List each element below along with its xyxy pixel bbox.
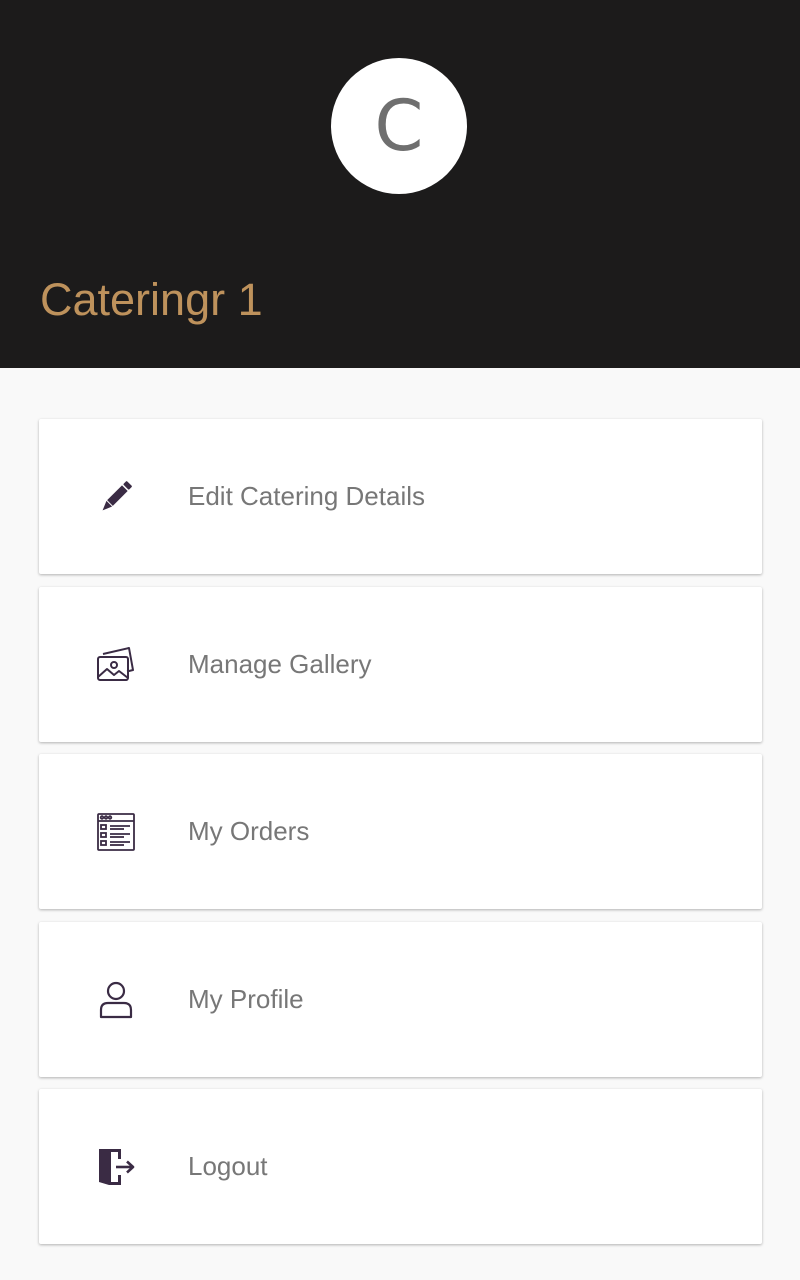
menu-item-edit-catering-details[interactable]: Edit Catering Details — [39, 419, 762, 574]
menu-item-label: Manage Gallery — [188, 648, 372, 679]
menu-item-label: Logout — [188, 1151, 268, 1181]
menu-item-logout[interactable]: Logout — [39, 1089, 762, 1244]
user-icon — [95, 979, 137, 1021]
menu-list: Edit Catering Details Manage Gallery My … — [39, 419, 762, 1257]
menu-item-my-profile[interactable]: My Profile — [39, 921, 762, 1077]
orders-list-icon — [95, 811, 137, 853]
menu-item-my-orders[interactable]: My Orders — [39, 754, 762, 909]
menu-item-label: My Orders — [188, 816, 310, 846]
profile-header: C Cateringr 1 — [0, 0, 800, 368]
avatar-letter: C — [374, 85, 424, 167]
avatar: C — [331, 58, 467, 194]
menu-item-label: My Profile — [188, 983, 304, 1014]
menu-item-label: Edit Catering Details — [188, 481, 425, 511]
logout-door-icon — [95, 1146, 137, 1188]
menu-item-manage-gallery[interactable]: Manage Gallery — [39, 586, 762, 742]
gallery-icon — [95, 644, 137, 686]
username-title: Cateringr 1 — [40, 274, 263, 325]
pencil-icon — [95, 476, 137, 518]
